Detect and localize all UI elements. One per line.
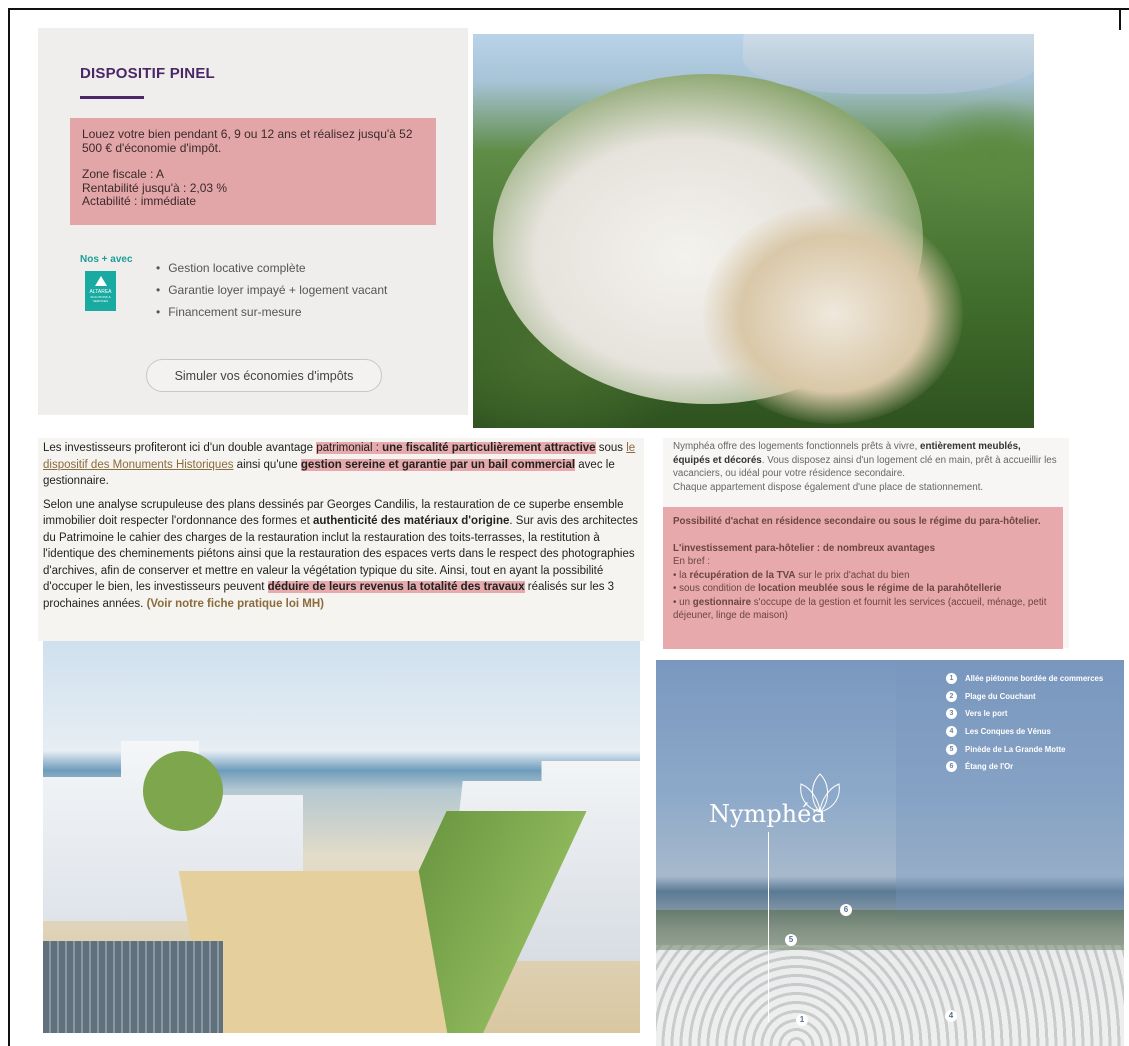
nymphea-paragraph-2: Chaque appartement dispose également d'u… (673, 481, 984, 493)
map-marker: 4 (945, 1010, 957, 1022)
distant-towers-shape (743, 34, 1034, 94)
city-domes (656, 945, 1124, 1046)
legend-number: 4 (946, 726, 957, 738)
map-marker: 1 (796, 1014, 808, 1026)
lotus-icon (800, 773, 840, 813)
beach-village-illustration (43, 641, 640, 1033)
highlight-span: patrimonial : (316, 442, 383, 454)
legend-item: 4 Les Conques de Vénus (946, 723, 1103, 741)
title-underline (80, 96, 144, 99)
text-span: sur le prix d'achat du bien (795, 569, 910, 581)
nymphea-pointer-line (768, 832, 769, 1022)
list-item: Gestion locative complète (156, 261, 387, 283)
list-item: Financement sur-mesure (156, 305, 387, 327)
legend-item: 5 Pinède de La Grande Motte (946, 740, 1103, 758)
text-span: • sous condition de (673, 583, 759, 594)
legend-number: 1 (946, 673, 957, 685)
text-span: Les investisseurs profiteront ici d'un d… (43, 442, 317, 454)
highlight-span: gestion sereine et garantie par un bail … (300, 458, 576, 471)
legend-item: 2 Plage du Couchant (946, 688, 1103, 706)
legend-label: Les Conques de Vénus (965, 727, 1051, 737)
text-span: sous (595, 442, 627, 454)
en-bref-label: En bref : (673, 556, 711, 567)
legend-label: Plage du Couchant (965, 691, 1036, 701)
legend-item: 6 Étang de l'Or (946, 758, 1103, 776)
list-item: Garantie loyer impayé + logement vacant (156, 283, 387, 305)
pinel-feature-list: Gestion locative complète Garantie loyer… (156, 261, 387, 327)
building-photo (473, 34, 1034, 428)
pinel-title: DISPOSITIF PINEL (80, 65, 215, 82)
pinel-highlight-box: Louez votre bien pendant 6, 9 ou 12 ans … (70, 118, 436, 225)
nymphea-paragraph-1: Nymphéa offre des logements fonctionnels… (673, 440, 1059, 481)
para-hotelier-title: Possibilité d'achat en résidence seconda… (673, 516, 1041, 527)
legend-label: Allée piétonne bordée de commerces (965, 674, 1104, 684)
mh-paragraph-2: Selon une analyse scrupuleuse des plans … (43, 497, 639, 613)
list-item: • sous condition de location meublée sou… (673, 582, 1053, 596)
mh-fiche-link[interactable]: (Voir notre fiche pratique loi MH) (147, 598, 324, 610)
legend-label: Étang de l'Or (965, 762, 1014, 772)
legend-item: 3 Vers le port (946, 705, 1103, 723)
legend-number: 2 (946, 690, 957, 702)
legend-label: Vers le port (965, 709, 1008, 719)
nos-avec-label: Nos + avec (80, 254, 133, 265)
map-marker: 6 (840, 904, 852, 916)
building-terrace-shape (703, 204, 963, 424)
text-span: ainsi qu'une (233, 458, 301, 471)
pinel-actabilite: Actabilité : immédiate (82, 194, 197, 208)
bold-span: gestionnaire (692, 596, 752, 608)
tree-left (143, 751, 223, 831)
legend-number: 3 (946, 708, 957, 720)
pinel-intro: Louez votre bien pendant 6, 9 ou 12 ans … (82, 127, 413, 155)
para-hotelier-subtitle: L'investissement para-hôtelier : de nomb… (673, 542, 936, 554)
pinel-zone: Zone fiscale : A (82, 167, 165, 181)
altarea-logo: ALTAREA SOLUTIONS & SERVICES (85, 271, 116, 311)
altarea-logo-icon (94, 276, 107, 286)
text-span: • un (673, 596, 693, 608)
legend-label: Pinède de La Grande Motte (965, 744, 1066, 754)
simulate-tax-savings-button[interactable]: Simuler vos économies d'impôts (146, 359, 382, 392)
highlight-span: une fiscalité particulièrement attractiv… (382, 442, 596, 454)
map-legend: 1 Allée piétonne bordée de commerces 2 Pla… (946, 670, 1103, 776)
legend-number: 6 (946, 761, 957, 773)
bold-span: récupération de la TVA (689, 569, 796, 581)
text-span: • la (673, 569, 690, 581)
solar-panels (43, 941, 223, 1033)
frame-edge (1119, 8, 1121, 30)
mh-paragraph-1: Les investisseurs profiteront ici d'un d… (43, 440, 639, 490)
highlight-span: déduire de leurs revenus la totalité des… (267, 581, 525, 593)
list-item: • la récupération de la TVA sur le prix … (673, 569, 1053, 583)
list-item: • un gestionnaire s'occupe de la gestion… (673, 596, 1053, 623)
bold-span: authenticité des matériaux d'origine (313, 515, 510, 527)
legend-item: 1 Allée piétonne bordée de commerces (946, 670, 1103, 688)
pine-forest (656, 910, 1124, 950)
altarea-logo-sub: SOLUTIONS & SERVICES (90, 295, 111, 303)
map-marker: 5 (785, 934, 797, 946)
text-span: Nymphéa offre des logements fonctionnels… (673, 441, 921, 452)
monuments-historiques-text: Les investisseurs profiteront ici d'un d… (38, 438, 644, 641)
pinel-panel: DISPOSITIF PINEL Louez votre bien pendan… (38, 28, 468, 415)
nymphea-text: Nymphéa offre des logements fonctionnels… (663, 438, 1069, 649)
pinel-rentabilite: Rentabilité jusqu'à : 2,03 % (82, 180, 228, 195)
para-hotelier-box: Possibilité d'achat en résidence seconda… (663, 507, 1063, 649)
bold-span: location meublée sous le régime de la pa… (758, 583, 1002, 594)
legend-number: 5 (946, 743, 957, 755)
